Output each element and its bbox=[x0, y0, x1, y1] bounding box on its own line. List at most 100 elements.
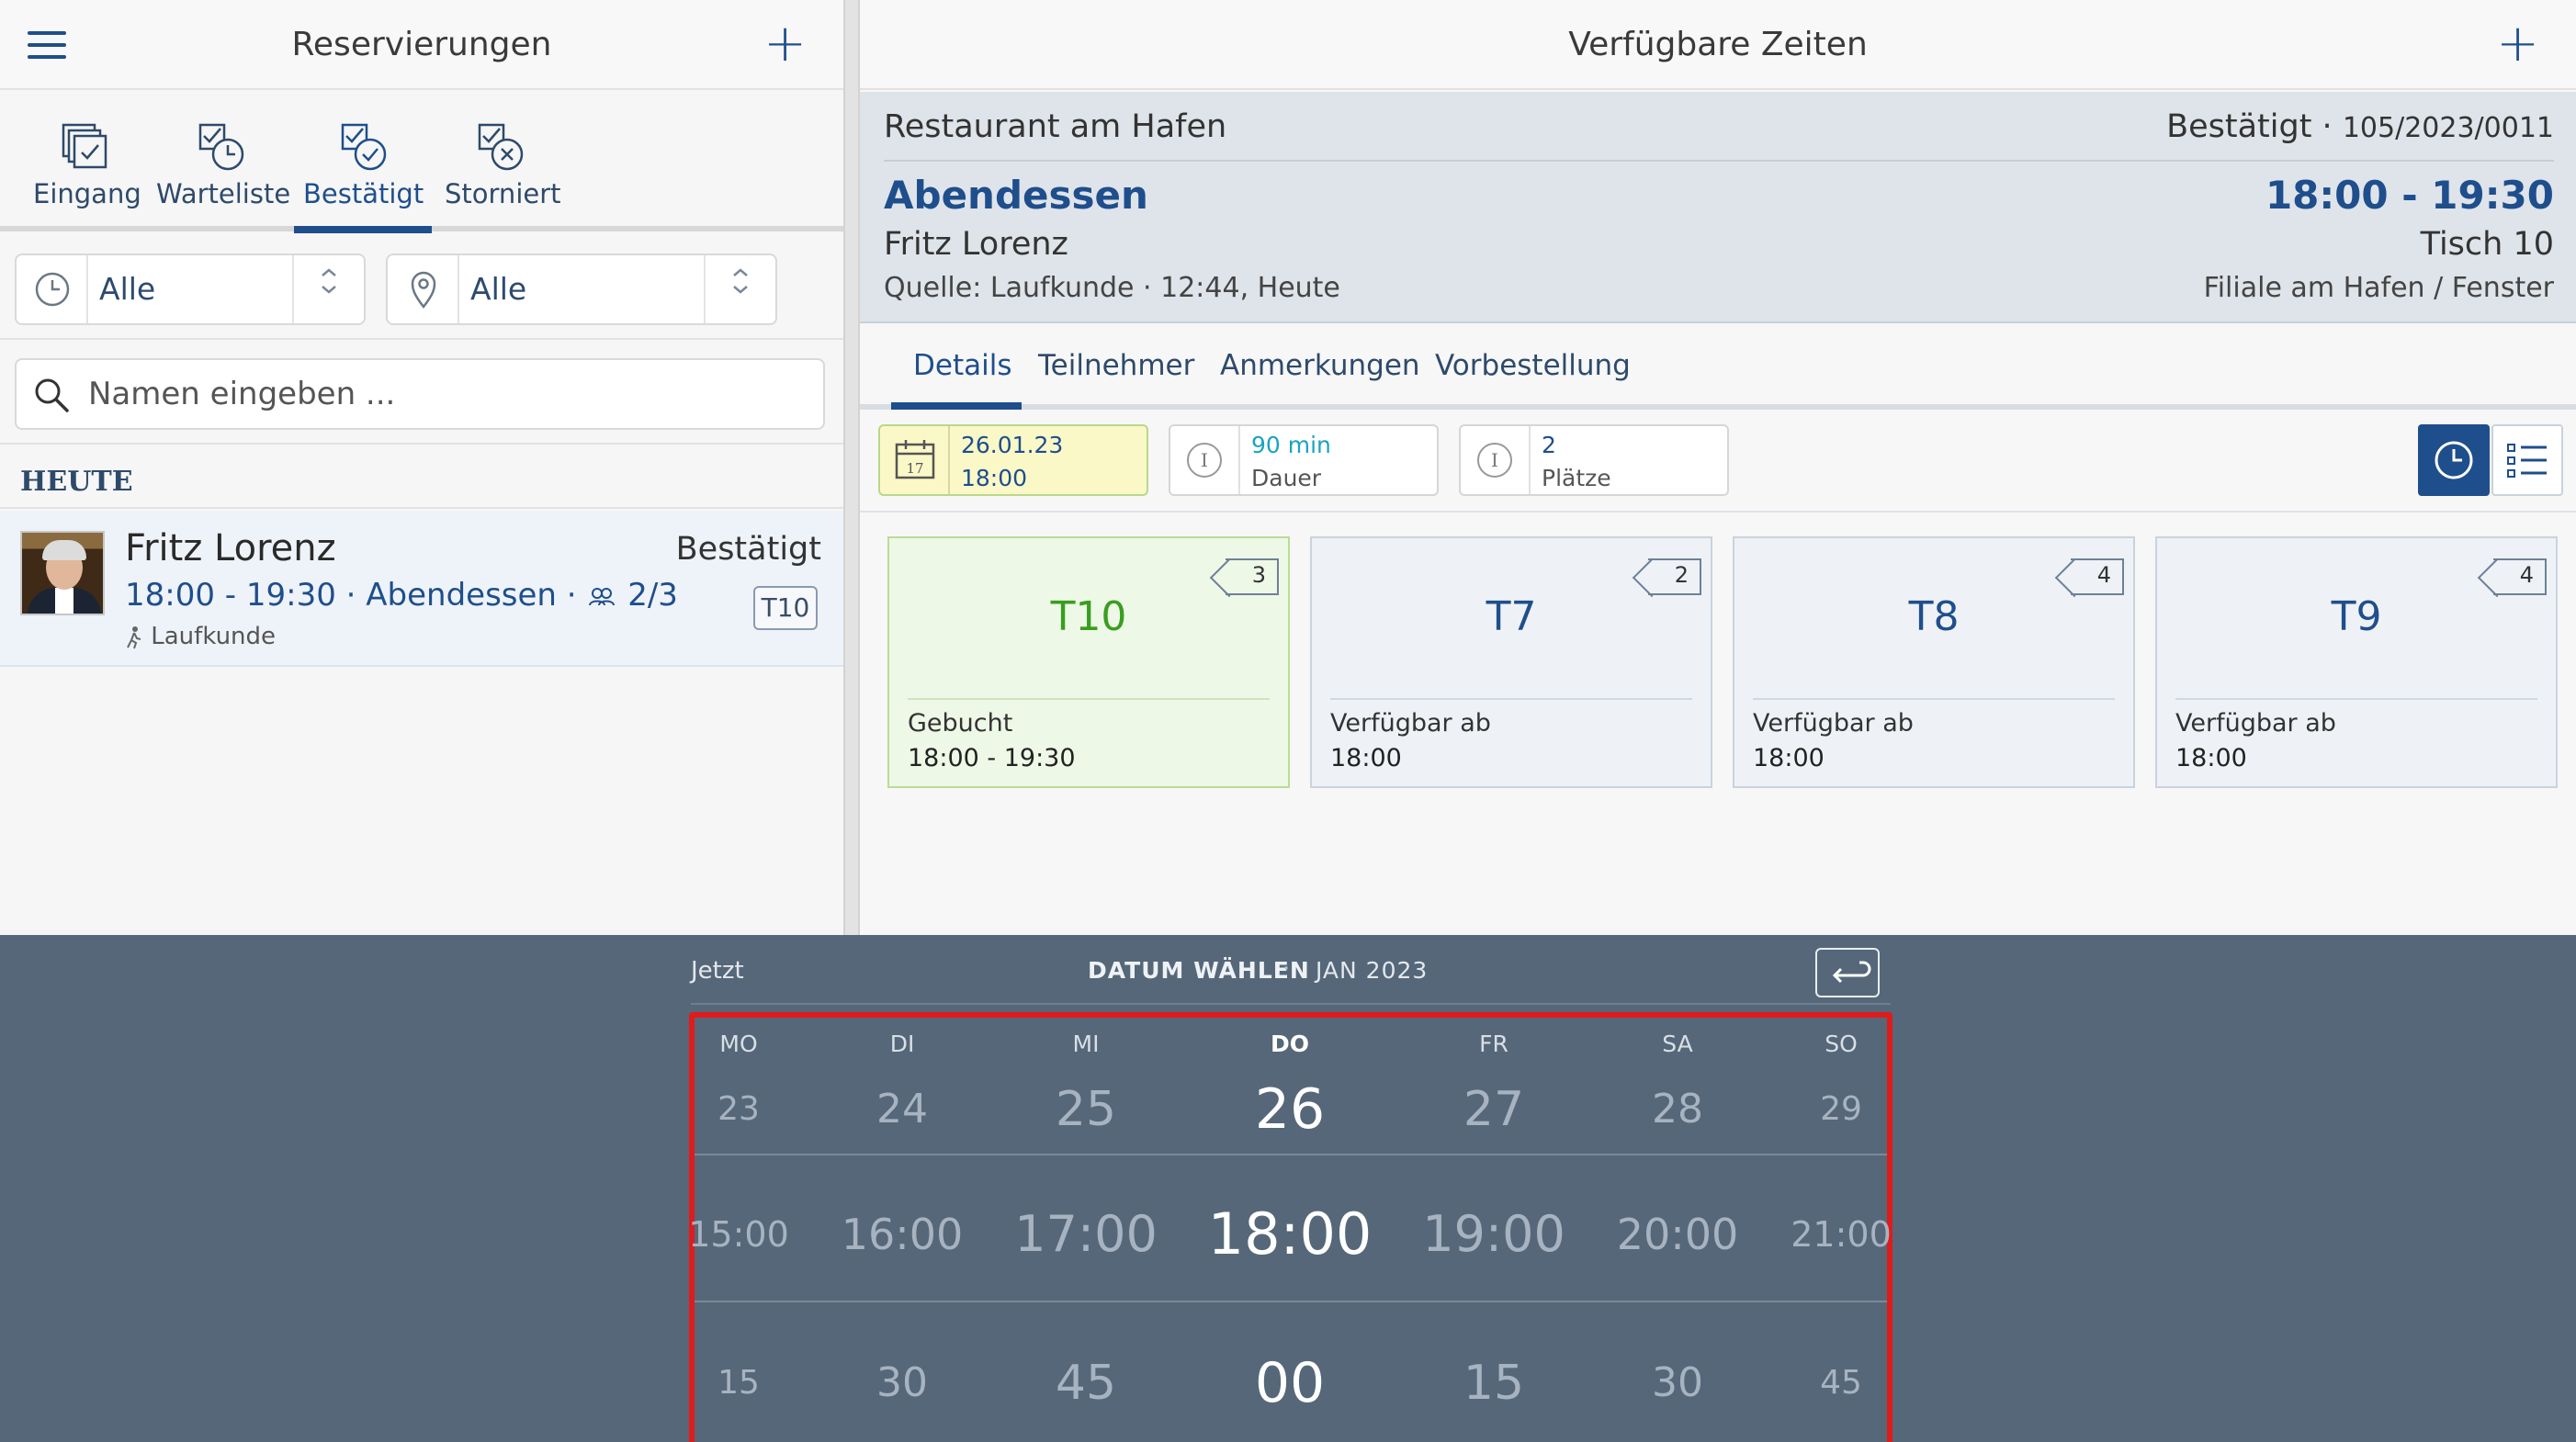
search-row: Namen eingeben ... bbox=[0, 342, 843, 445]
confirmed-check-icon bbox=[335, 119, 390, 175]
minute-option[interactable]: 15 bbox=[1411, 1359, 1576, 1407]
guests-icon bbox=[589, 587, 616, 605]
page-title: Reservierungen bbox=[291, 26, 552, 63]
time-view-button[interactable] bbox=[2418, 424, 2490, 496]
table-card-name: T8 bbox=[1908, 593, 1960, 640]
active-tab-indicator bbox=[891, 402, 1022, 410]
reservation-summary: Restaurant am Hafen Bestätigt · 105/2023… bbox=[860, 92, 2576, 323]
time-filter-select[interactable]: Alle bbox=[15, 253, 366, 325]
day-option[interactable]: 25 bbox=[1003, 1086, 1169, 1133]
table-card-status: Verfügbar ab bbox=[1753, 709, 1914, 738]
weekday-label: SO bbox=[1825, 1031, 1858, 1057]
hour-option[interactable]: 20:00 bbox=[1595, 1213, 1760, 1256]
day-option[interactable]: 27 bbox=[1411, 1086, 1576, 1133]
table-card-time: 18:00 - 19:30 bbox=[908, 744, 1076, 772]
panel-divider[interactable] bbox=[843, 0, 860, 935]
tab-teilnehmer[interactable]: Teilnehmer bbox=[1038, 349, 1194, 382]
duration-label: Dauer bbox=[1251, 465, 1322, 491]
hour-option[interactable]: 19:00 bbox=[1411, 1210, 1576, 1259]
minute-option[interactable]: 45 bbox=[1003, 1359, 1169, 1407]
avatar bbox=[20, 531, 105, 615]
day-option[interactable]: 23 bbox=[656, 1093, 821, 1126]
tab-eingang-label: Eingang bbox=[33, 178, 141, 209]
reservations-header: Reservierungen + bbox=[0, 0, 843, 90]
table-card-status: Verfügbar ab bbox=[2175, 709, 2336, 738]
restaurant-name: Restaurant am Hafen bbox=[884, 108, 1227, 145]
tab-storniert-label: Storniert bbox=[445, 178, 561, 209]
tab-storniert[interactable]: Storniert bbox=[445, 119, 561, 209]
detail-tabs: Details Teilnehmer Anmerkungen Vorbestel… bbox=[860, 325, 2576, 410]
table-card-t7[interactable]: 2 T7 Verfügbar ab 18:00 bbox=[1310, 536, 1712, 788]
now-button[interactable]: Jetzt bbox=[691, 957, 744, 985]
tab-eingang[interactable]: Eingang bbox=[33, 119, 141, 209]
date-time-field[interactable]: 17 26.01.23 18:00 bbox=[878, 424, 1148, 496]
tab-warteliste[interactable]: Warteliste bbox=[156, 119, 290, 209]
duration-field[interactable]: I 90 min Dauer bbox=[1169, 424, 1439, 496]
tab-warteliste-label: Warteliste bbox=[156, 178, 291, 209]
minute-option[interactable]: 15 bbox=[656, 1367, 821, 1400]
guest-count: 2/3 bbox=[627, 577, 678, 614]
hour-option[interactable]: 15:00 bbox=[656, 1217, 821, 1252]
tab-details[interactable]: Details bbox=[913, 349, 1011, 382]
walk-in-icon bbox=[127, 625, 141, 648]
booking-number: 105/2023/0011 bbox=[2342, 112, 2554, 144]
table-cards: 3 T10 Gebucht 18:00 - 19:30 2 T7 Verfügb… bbox=[860, 536, 2576, 790]
seats-field[interactable]: I 2 Plätze bbox=[1459, 424, 1729, 496]
reservation-list-item[interactable]: Fritz Lorenz Bestätigt 18:00 - 19:30 · A… bbox=[0, 511, 843, 667]
day-option[interactable]: 29 bbox=[1758, 1093, 1924, 1126]
hour-option[interactable]: 17:00 bbox=[1003, 1210, 1169, 1259]
return-button[interactable] bbox=[1815, 948, 1880, 997]
seats-value: 2 bbox=[1542, 432, 1556, 458]
hour-option[interactable]: 21:00 bbox=[1758, 1217, 1924, 1252]
duration-value: 90 min bbox=[1251, 432, 1331, 458]
picker-title: DATUM WÄHLEN bbox=[1088, 957, 1310, 984]
svg-text:17: 17 bbox=[906, 460, 923, 477]
table-card-t9[interactable]: 4 T9 Verfügbar ab 18:00 bbox=[2155, 536, 2558, 788]
date-time-picker: Jetzt DATUM WÄHLEN · JAN 2023 MO DI MI DO FR… bbox=[0, 935, 2576, 1442]
source-info: Quelle: Laufkunde · 12:44, Heute bbox=[884, 272, 1340, 304]
table-card-status: Verfügbar ab bbox=[1330, 709, 1491, 738]
clock-icon bbox=[2435, 441, 2473, 479]
reservation-source-label: Laufkunde bbox=[151, 623, 277, 650]
available-times-header: Verfügbare Zeiten + bbox=[860, 0, 2576, 90]
day-option[interactable]: 24 bbox=[819, 1089, 985, 1130]
info-icon: I bbox=[1461, 426, 1531, 494]
table-name: Tisch 10 bbox=[2420, 226, 2554, 263]
hour-option[interactable]: 18:00 bbox=[1207, 1206, 1373, 1263]
date-value: 26.01.23 bbox=[961, 432, 1064, 458]
location-filter-select[interactable]: Alle bbox=[386, 253, 777, 325]
day-option[interactable]: 28 bbox=[1595, 1089, 1760, 1130]
minute-option[interactable]: 30 bbox=[1595, 1363, 1760, 1403]
minute-option[interactable]: 00 bbox=[1207, 1356, 1373, 1411]
table-card-t10[interactable]: 3 T10 Gebucht 18:00 - 19:30 bbox=[887, 536, 1290, 788]
tab-vorbestellung[interactable]: Vorbestellung bbox=[1435, 349, 1631, 382]
tab-anmerkungen[interactable]: Anmerkungen bbox=[1220, 349, 1420, 382]
seats-label: Plätze bbox=[1542, 465, 1611, 491]
status-tabs: Eingang Warteliste Bestätigt Storniert bbox=[0, 92, 843, 231]
time-filter-value: Alle bbox=[99, 271, 156, 307]
search-placeholder: Namen eingeben ... bbox=[88, 376, 396, 412]
minute-option[interactable]: 45 bbox=[1758, 1367, 1924, 1400]
table-card-name: T7 bbox=[1486, 593, 1537, 640]
return-icon bbox=[1832, 961, 1871, 984]
name-search-input[interactable]: Namen eingeben ... bbox=[15, 358, 825, 430]
table-card-name: T10 bbox=[1050, 593, 1127, 640]
weekday-label: DO bbox=[1270, 1031, 1309, 1057]
add-button[interactable]: + bbox=[2496, 17, 2539, 72]
waitlist-clock-icon bbox=[193, 119, 248, 175]
minute-option[interactable]: 30 bbox=[819, 1363, 985, 1403]
time-range: 18:00 - 19:30 bbox=[2265, 173, 2554, 218]
weekday-label: SA bbox=[1662, 1031, 1693, 1057]
hour-option[interactable]: 16:00 bbox=[819, 1213, 985, 1256]
add-reservation-button[interactable]: + bbox=[763, 17, 807, 72]
table-card-t8[interactable]: 4 T8 Verfügbar ab 18:00 bbox=[1733, 536, 2135, 788]
calendar-icon: 17 bbox=[880, 426, 950, 494]
day-option[interactable]: 26 bbox=[1207, 1082, 1373, 1137]
reservation-time-meal: 18:00 - 19:30 · Abendessen · bbox=[125, 577, 577, 614]
reservation-source: Laufkunde bbox=[125, 623, 276, 650]
tab-bestaetigt[interactable]: Bestätigt bbox=[303, 119, 424, 209]
booking-status: Bestätigt · 105/2023/0011 bbox=[2166, 108, 2554, 145]
guest-name: Fritz Lorenz bbox=[884, 226, 1068, 263]
list-view-button[interactable] bbox=[2491, 424, 2563, 496]
info-row: 17 26.01.23 18:00 I 90 min Dauer I 2 Plä… bbox=[860, 411, 2576, 513]
